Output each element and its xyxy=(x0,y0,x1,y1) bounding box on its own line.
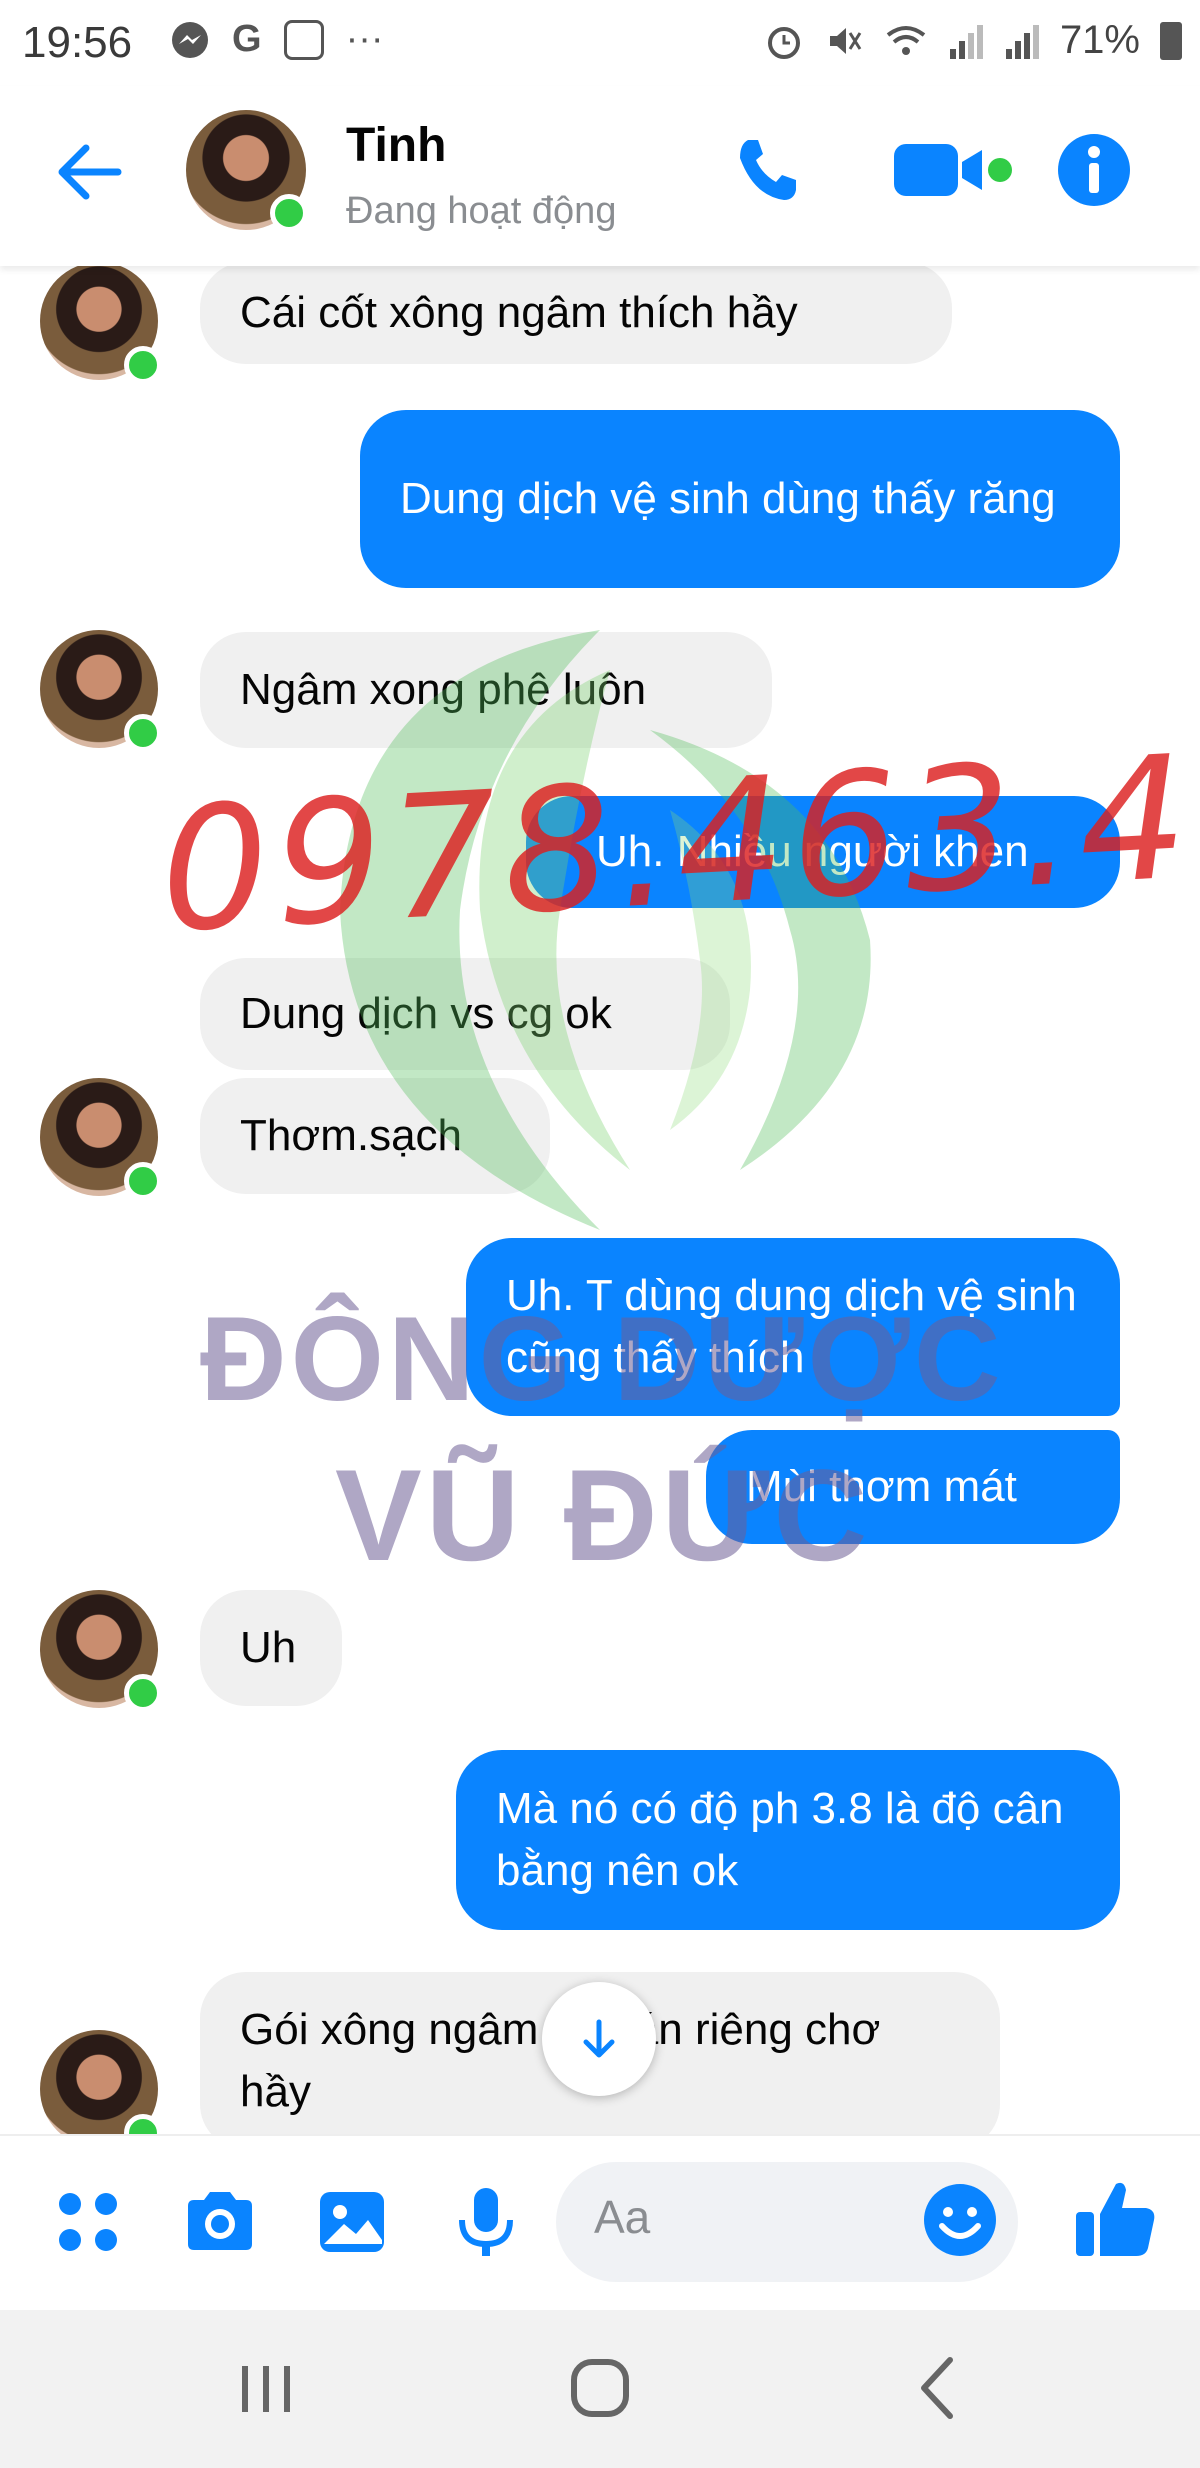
back-arrow-icon[interactable] xyxy=(48,130,132,214)
wifi-icon xyxy=(886,25,926,55)
messenger-notification-icon xyxy=(172,21,208,58)
video-icon[interactable] xyxy=(890,132,1016,208)
contact-status: Đang hoạt động xyxy=(346,190,617,232)
mute-icon xyxy=(829,27,862,54)
like-icon[interactable] xyxy=(1070,2172,1162,2264)
incoming-avatar[interactable] xyxy=(40,262,162,384)
incoming-avatar[interactable] xyxy=(40,630,162,752)
battery-percent: 71% xyxy=(1059,18,1140,62)
incoming-message[interactable]: Cái cốt xông ngâm thích hầy xyxy=(200,262,952,364)
signal-icon-2 xyxy=(1005,24,1039,59)
camera-icon[interactable] xyxy=(180,2182,260,2262)
info-icon[interactable] xyxy=(1056,132,1132,208)
incoming-message[interactable]: Uh xyxy=(200,1590,342,1706)
status-notification-icons: G ··· xyxy=(170,18,384,61)
outgoing-message[interactable]: Dung dịch vệ sinh dùng thấy răng xyxy=(360,410,1120,588)
gallery-icon[interactable] xyxy=(312,2182,392,2262)
more-notifications-icon: ··· xyxy=(345,18,384,60)
status-time: 19:56 xyxy=(22,18,133,67)
online-indicator xyxy=(124,1674,162,1712)
chat-header xyxy=(0,86,1200,266)
scroll-down-button[interactable] xyxy=(542,1982,656,2096)
mic-icon[interactable] xyxy=(446,2182,526,2262)
alarm-icon xyxy=(767,26,800,59)
contact-name[interactable]: Tinh xyxy=(346,118,446,173)
online-indicator xyxy=(270,194,308,232)
gallery-notification-icon xyxy=(283,19,324,60)
battery-icon xyxy=(1160,21,1182,60)
google-notification-icon: G xyxy=(232,18,262,60)
home-icon[interactable] xyxy=(560,2348,640,2428)
phone-icon[interactable] xyxy=(730,132,806,208)
incoming-avatar[interactable] xyxy=(40,1590,162,1712)
apps-icon[interactable] xyxy=(48,2182,128,2262)
contact-avatar[interactable] xyxy=(186,110,308,232)
watermark-brand-line1: ĐÔNG DƯỢC xyxy=(200,1292,1005,1426)
outgoing-message[interactable]: Mà nó có độ ph 3.8 là độ cân bằng nên ok xyxy=(456,1750,1120,1930)
online-indicator xyxy=(124,714,162,752)
incoming-avatar[interactable] xyxy=(40,2030,162,2152)
signal-icon-1 xyxy=(949,24,983,59)
message-input-placeholder: Aa xyxy=(594,2191,651,2243)
back-icon[interactable] xyxy=(898,2348,978,2428)
status-system-icons: 71% xyxy=(764,18,1182,63)
emoji-icon[interactable] xyxy=(920,2180,1000,2260)
scroll-down-icon xyxy=(583,2019,615,2058)
watermark-brand-line2: VŨ ĐỨC xyxy=(335,1442,872,1588)
online-indicator xyxy=(124,1162,162,1200)
recents-icon[interactable] xyxy=(226,2348,306,2428)
online-indicator xyxy=(124,346,162,384)
incoming-avatar[interactable] xyxy=(40,1078,162,1200)
